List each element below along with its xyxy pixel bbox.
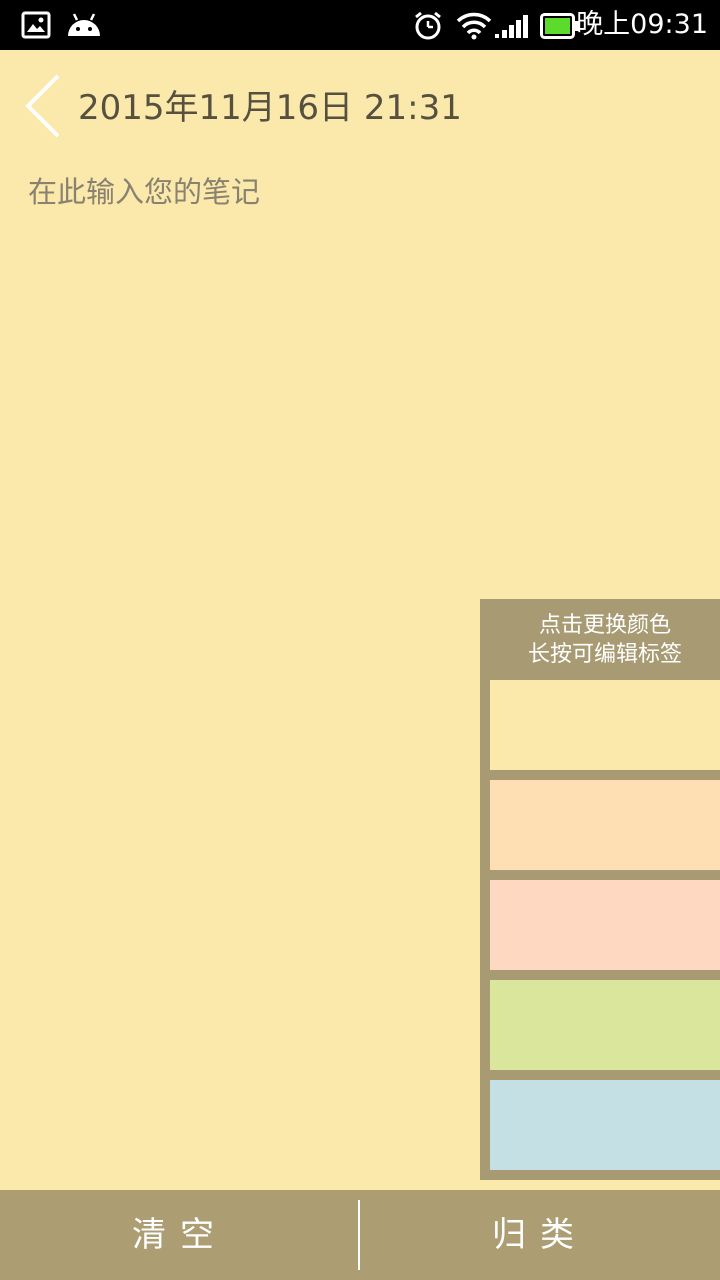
status-time: 晚上09:31 bbox=[576, 9, 708, 40]
wifi-icon bbox=[456, 12, 492, 40]
android-icon bbox=[68, 13, 100, 36]
color-swatch-green[interactable] bbox=[490, 980, 720, 1070]
color-hint-line2: 长按可编辑标签 bbox=[527, 642, 682, 667]
categorize-button[interactable]: 归类 bbox=[360, 1190, 720, 1280]
color-swatch-orange[interactable] bbox=[490, 780, 720, 870]
color-swatch-blue[interactable] bbox=[490, 1080, 720, 1170]
color-swatch-pink[interactable] bbox=[490, 880, 720, 970]
note-date: 2015年11月16日 21:31 bbox=[78, 88, 462, 128]
clear-button[interactable]: 清空 bbox=[0, 1190, 360, 1280]
signal-icon bbox=[495, 15, 528, 38]
battery-level bbox=[545, 18, 570, 34]
bottom-bar: 清空 归类 bbox=[0, 1190, 720, 1280]
alarm-icon bbox=[415, 11, 441, 40]
color-swatch-yellow[interactable] bbox=[490, 680, 720, 770]
back-button[interactable] bbox=[18, 72, 68, 140]
back-arrow-icon bbox=[25, 74, 60, 138]
color-picker-panel: 点击更换颜色 长按可编辑标签 bbox=[480, 599, 720, 1180]
note-input[interactable] bbox=[28, 170, 688, 570]
battery-icon bbox=[540, 13, 579, 39]
color-hint: 点击更换颜色 长按可编辑标签 bbox=[480, 611, 720, 669]
gallery-icon bbox=[21, 11, 51, 39]
status-bar: 晚上09:31 bbox=[0, 0, 720, 50]
color-hint-line1: 点击更换颜色 bbox=[538, 613, 671, 638]
